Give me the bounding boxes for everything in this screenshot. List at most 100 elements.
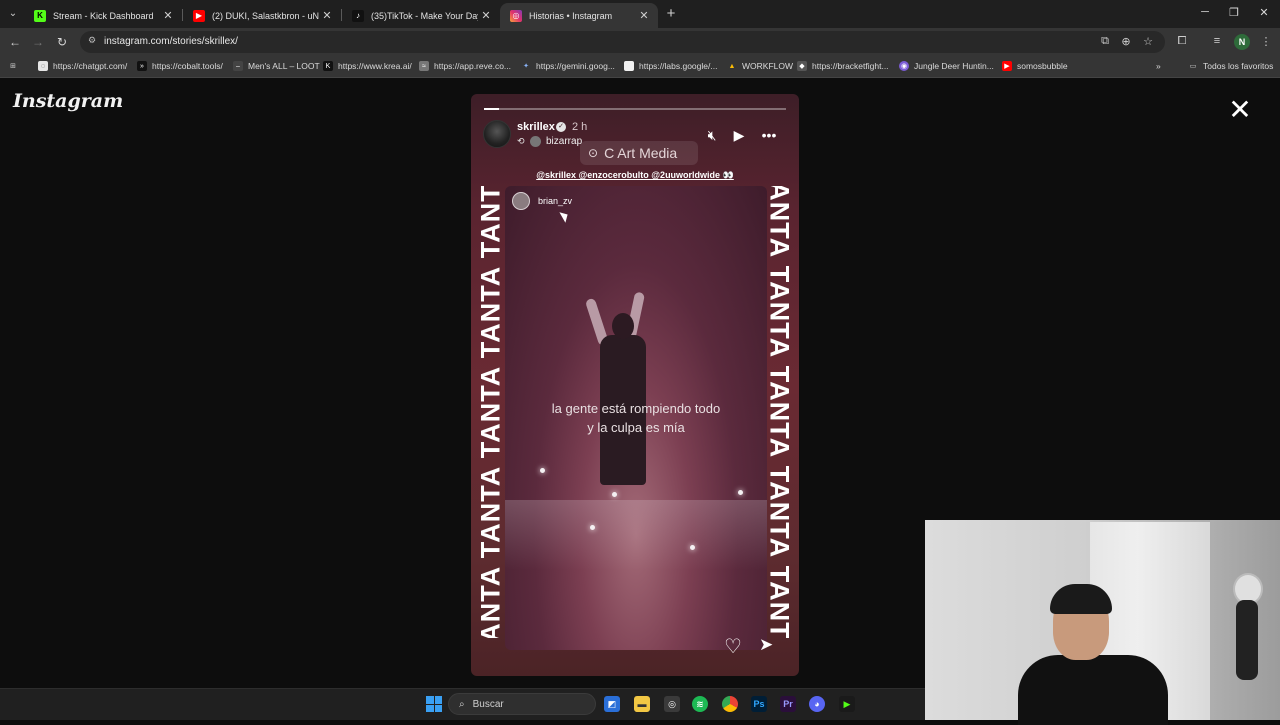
url-text[interactable]: instagram.com/stories/skrillex/ xyxy=(104,36,238,47)
bookmark-reve[interactable]: ≈ https://app.reve.co... xyxy=(419,61,511,71)
all-bookmarks-folder[interactable]: ▭ Todos los favoritos xyxy=(1188,61,1274,71)
kick-icon[interactable]: ▶ xyxy=(839,696,855,712)
bookmark-cobalt[interactable]: » https://cobalt.tools/ xyxy=(137,61,223,71)
stage-light xyxy=(590,525,595,530)
avatar[interactable] xyxy=(483,120,511,148)
play-icon[interactable]: ▶ xyxy=(730,127,748,144)
reve-icon: ≈ xyxy=(419,61,429,71)
stage-light xyxy=(540,468,545,473)
caption-line: la gente está rompiendo todo xyxy=(551,401,721,416)
bookmark-jungle-deer[interactable]: ◉ Jungle Deer Huntin... xyxy=(899,61,994,71)
address-bar[interactable] xyxy=(80,31,1165,53)
instagram-logo[interactable]: Instagram xyxy=(13,90,123,112)
search-placeholder: Buscar xyxy=(472,698,504,710)
webcam-person-body xyxy=(1018,655,1168,725)
cast-icon[interactable]: ⧉ xyxy=(1098,35,1112,48)
minimize-icon[interactable]: ─ xyxy=(1190,6,1220,18)
video-caption: la gente está rompiendo todo y la culpa … xyxy=(505,399,767,437)
tab-search-icon[interactable]: ⌄ xyxy=(4,5,22,23)
mute-icon[interactable]: 🔇︎ xyxy=(703,127,721,144)
location-sticker[interactable]: ⊙ C Art Media xyxy=(580,141,698,165)
kick-icon: K xyxy=(34,9,46,22)
stage-light xyxy=(738,490,743,495)
krea-icon: K xyxy=(323,61,333,71)
tab-kick[interactable]: K Stream - Kick Dashboard ✕ xyxy=(24,3,182,28)
twitch-icon: ◉ xyxy=(899,61,909,71)
tab-title: Stream - Kick Dashboard xyxy=(53,10,154,21)
file-explorer-icon[interactable]: ▬ xyxy=(634,696,650,712)
tab-title: (35)TikTok - Make Your Day xyxy=(371,10,478,21)
repost-avatar xyxy=(530,136,541,147)
video-author-username[interactable]: brian_zv xyxy=(538,196,572,206)
reload-icon[interactable]: ↻ xyxy=(53,33,71,51)
instagram-icon: ◎ xyxy=(510,9,522,22)
apps-grid-icon[interactable]: ⊞ xyxy=(8,61,23,71)
close-tab-icon[interactable]: ✕ xyxy=(160,9,176,22)
stage-lights xyxy=(505,500,767,570)
media-controls-icon[interactable]: ≡ xyxy=(1210,35,1224,47)
back-arrow-icon[interactable]: ← xyxy=(6,33,24,51)
stage-light xyxy=(612,492,617,497)
location-label: C Art Media xyxy=(604,145,678,161)
reposted-from-user[interactable]: bizarrap xyxy=(546,136,582,147)
close-tab-icon[interactable]: ✕ xyxy=(636,9,652,22)
mention-stickers[interactable]: @skrillex @enzocerobulto @2uuworldwide 👀 xyxy=(471,170,799,181)
close-tab-icon[interactable]: ✕ xyxy=(319,9,335,22)
app-icon[interactable]: ◎ xyxy=(664,696,680,712)
story-timestamp: 2 h xyxy=(572,121,588,133)
restore-icon[interactable]: ❐ xyxy=(1219,6,1249,19)
spotify-icon[interactable]: ≋ xyxy=(692,696,708,712)
close-story-icon[interactable]: ✕ xyxy=(1226,96,1254,124)
tab-title: Historias • Instagram xyxy=(529,10,613,21)
site-info-icon[interactable]: ⚙ xyxy=(88,35,100,49)
verified-badge-icon: ✓ xyxy=(556,122,566,132)
page-icon xyxy=(624,61,634,71)
windows-start-icon[interactable] xyxy=(426,696,442,712)
bookmark-workflow[interactable]: ▲ WORKFLOW xyxy=(727,61,793,71)
side-text-right: TANTA TANTA TANTA TANTA TANTA xyxy=(764,186,795,638)
cobalt-icon: » xyxy=(137,61,147,71)
performer-head xyxy=(612,313,634,339)
bookmark-loot[interactable]: – Men's ALL – LOOT xyxy=(233,61,320,71)
repost-icon: ⟲ xyxy=(517,136,525,146)
tab-tiktok[interactable]: ♪ (35)TikTok - Make Your Day ✕ xyxy=(342,3,500,28)
story-progress-fill xyxy=(484,108,500,110)
bookmark-bracketfight[interactable]: ◆ https://bracketfight... xyxy=(797,61,889,71)
video-author-avatar[interactable] xyxy=(512,192,530,210)
share-send-icon[interactable]: ➤ xyxy=(759,635,773,655)
story-progress-bar xyxy=(484,108,786,110)
close-tab-icon[interactable]: ✕ xyxy=(478,9,494,22)
side-text-left: TANTA TANTA TANTA TANTA TANTA xyxy=(475,186,506,638)
zoom-icon[interactable]: ⊕ xyxy=(1119,35,1133,48)
bookmark-somosbubble[interactable]: ▶ somosbubble xyxy=(1002,61,1068,71)
bookmark-chatgpt[interactable]: ◌ https://chatgpt.com/ xyxy=(38,61,127,71)
menu-kebab-icon[interactable]: ⋮ xyxy=(1259,35,1273,48)
profile-avatar[interactable]: N xyxy=(1234,34,1250,50)
more-bookmarks-icon[interactable]: » xyxy=(1156,61,1161,71)
tab-instagram[interactable]: ◎ Historias • Instagram ✕ xyxy=(500,3,658,28)
stage-light xyxy=(690,545,695,550)
caption-line: y la culpa es mía xyxy=(587,420,685,435)
photoshop-icon[interactable]: Ps xyxy=(751,696,767,712)
new-tab-button[interactable]: + xyxy=(662,5,680,22)
gemini-icon: ✦ xyxy=(523,63,529,70)
outlook-icon[interactable]: ◩ xyxy=(604,696,620,712)
extensions-icon[interactable]: ⧠ xyxy=(1175,35,1189,48)
story-username[interactable]: skrillex xyxy=(517,121,555,133)
close-window-icon[interactable]: ✕ xyxy=(1249,6,1279,19)
taskbar-search-input[interactable]: ⌕ Buscar xyxy=(448,693,596,715)
bookmark-labs-google[interactable]: https://labs.google/... xyxy=(624,61,717,71)
like-heart-icon[interactable]: ♡ xyxy=(724,634,742,659)
bookmark-krea[interactable]: Khttps://www.krea.ai/ xyxy=(323,61,412,71)
more-options-icon[interactable]: ••• xyxy=(760,127,778,143)
bookmark-gemini[interactable]: ✦ https://gemini.goog... xyxy=(521,61,615,71)
chrome-icon[interactable] xyxy=(722,696,738,712)
tab-youtube[interactable]: ▶ (2) DUKI, Salastkbron - uNO dOS ✕ xyxy=(183,3,341,28)
location-pin-icon: ⊙ xyxy=(588,146,599,160)
discord-icon[interactable]: ◕ xyxy=(809,696,825,712)
loot-icon: – xyxy=(233,61,243,71)
premiere-icon[interactable]: Pr xyxy=(780,696,796,712)
bookmark-star-icon[interactable]: ☆ xyxy=(1141,35,1155,48)
youtube-icon: ▶ xyxy=(193,9,205,22)
forward-arrow-icon[interactable]: → xyxy=(29,33,47,51)
